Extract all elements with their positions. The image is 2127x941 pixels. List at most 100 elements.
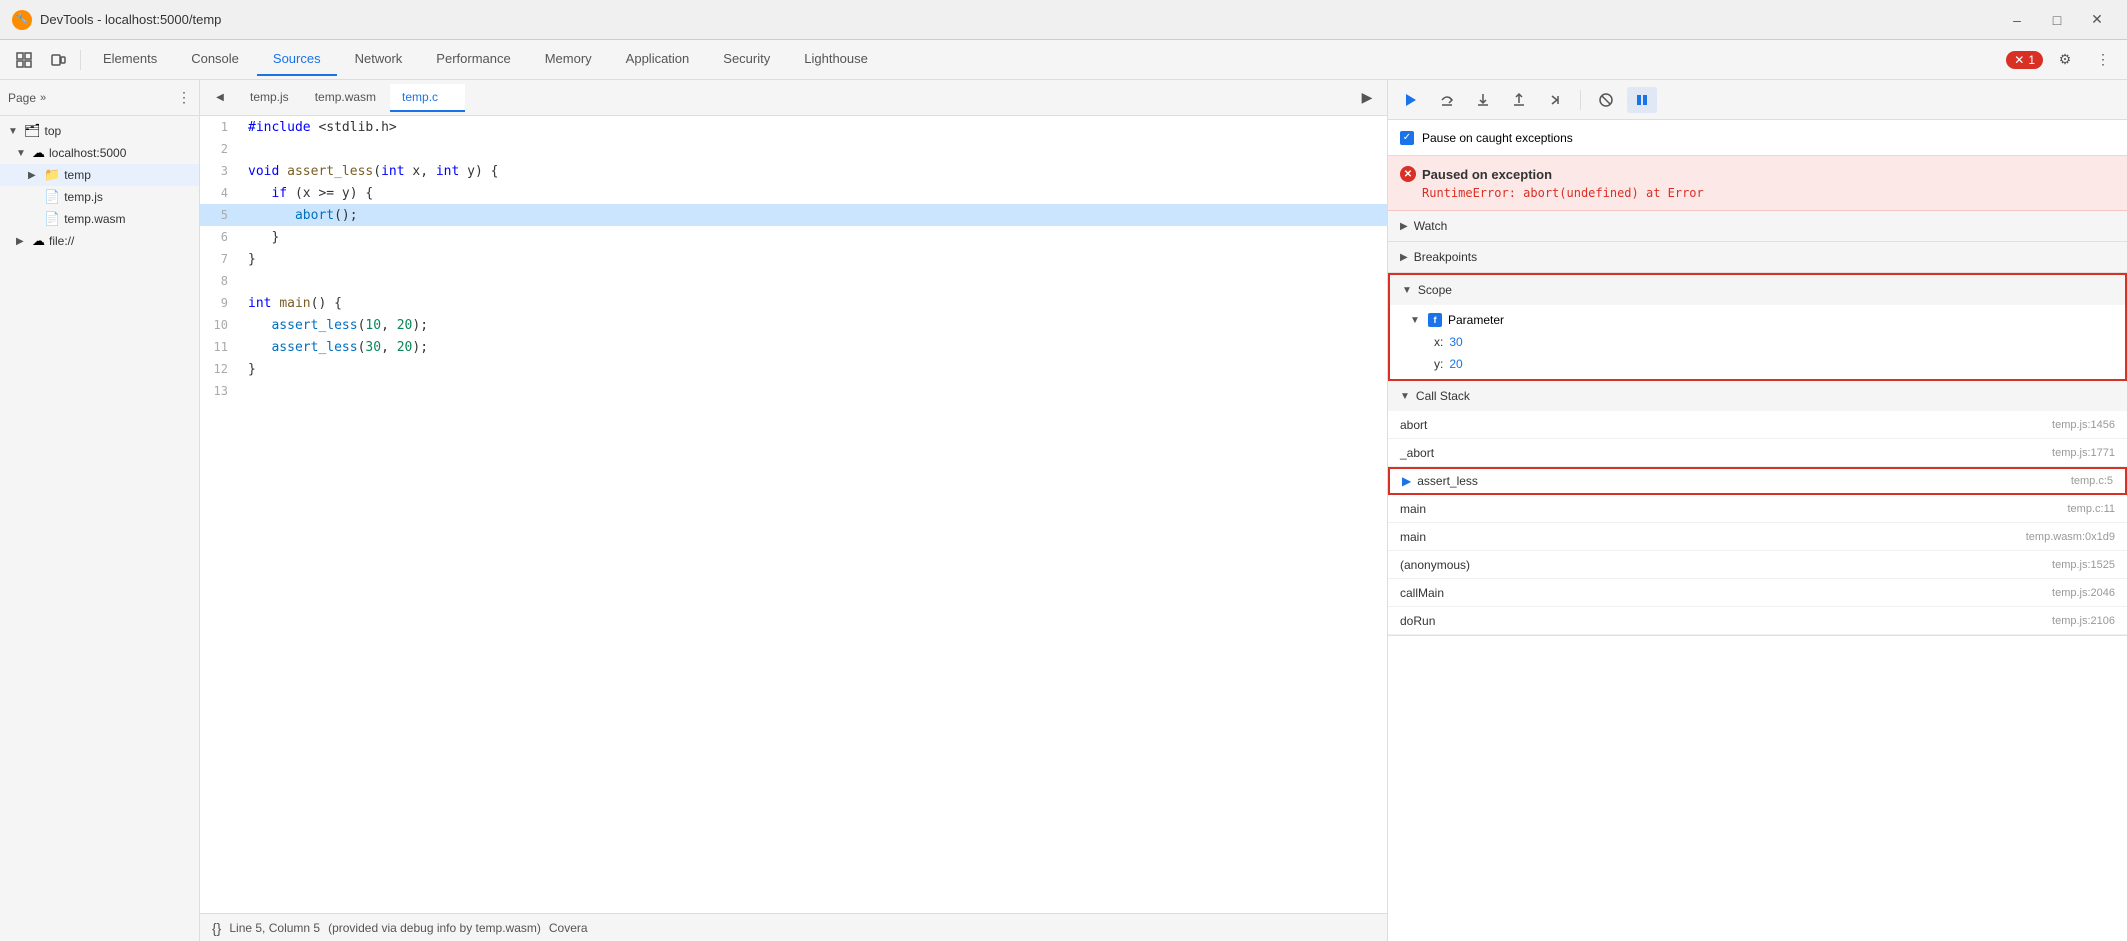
code-line-9: 9 int main() { — [200, 292, 1387, 314]
line-num-10: 10 — [200, 318, 240, 332]
code-line-7: 7 } — [200, 248, 1387, 270]
page-label: Page — [8, 91, 36, 105]
tree-item-top[interactable]: ▼ 🗂 top — [0, 120, 199, 142]
tab-elements[interactable]: Elements — [87, 43, 173, 76]
callstack-item-callmain[interactable]: callMain temp.js:2046 — [1388, 579, 2127, 607]
code-line-10: 10 assert_less(10, 20); — [200, 314, 1387, 336]
additional-info: (provided via debug info by temp.wasm) — [328, 921, 541, 935]
scope-param-arrow: ▼ — [1410, 315, 1422, 326]
exception-title: ✕ Paused on exception — [1400, 166, 2115, 182]
callstack-item-abort2[interactable]: _abort temp.js:1771 — [1388, 439, 2127, 467]
pause-button[interactable] — [1627, 87, 1657, 113]
code-line-2: 2 — [200, 138, 1387, 160]
tab-lighthouse[interactable]: Lighthouse — [788, 43, 884, 76]
more-options-button[interactable]: ⋮ — [2087, 46, 2119, 74]
file-icon-tempwasm: 📄 — [44, 211, 60, 227]
scope-parameter-item[interactable]: ▼ f Parameter — [1402, 309, 2113, 331]
tab-memory[interactable]: Memory — [529, 43, 608, 76]
line-num-3: 3 — [200, 164, 240, 178]
line-num-12: 12 — [200, 362, 240, 376]
scope-section-header[interactable]: ▼ Scope — [1390, 275, 2125, 305]
code-content-1: #include <stdlib.h> — [240, 120, 1387, 135]
code-content-3: void assert_less(int x, int y) { — [240, 164, 1387, 179]
code-line-3: 3 void assert_less(int x, int y) { — [200, 160, 1387, 182]
inspect-icon-button[interactable] — [8, 46, 40, 74]
code-editor[interactable]: 1 #include <stdlib.h> 2 3 void assert_le… — [200, 116, 1387, 913]
step-out-button[interactable] — [1504, 87, 1534, 113]
callstack-arrow-icon: ▼ — [1400, 391, 1410, 402]
callstack-item-dorun[interactable]: doRun temp.js:2106 — [1388, 607, 2127, 635]
code-content-9: int main() { — [240, 296, 1387, 311]
watch-section: ▶ Watch — [1388, 211, 2127, 242]
step-into-button[interactable] — [1468, 87, 1498, 113]
cloud-icon-file: ☁ — [32, 233, 45, 249]
resume-button[interactable] — [1396, 87, 1426, 113]
editor-tab-tempwasm[interactable]: temp.wasm — [303, 84, 388, 112]
tree-item-temp[interactable]: ▶ 📁 temp — [0, 164, 199, 186]
tab-performance[interactable]: Performance — [420, 43, 526, 76]
scope-arrow-icon: ▼ — [1402, 285, 1412, 296]
cloud-icon-localhost: ☁ — [32, 145, 45, 161]
scope-content: ▼ f Parameter x: 30 y: 20 — [1390, 305, 2125, 379]
tree-item-tempjs[interactable]: 📄 temp.js — [0, 186, 199, 208]
step-button[interactable] — [1540, 87, 1570, 113]
left-panel-header: Page » ⋮ — [0, 80, 199, 116]
more-icon[interactable]: ⋮ — [177, 89, 191, 106]
deactivate-breakpoints-button[interactable] — [1591, 87, 1621, 113]
code-line-13: 13 — [200, 380, 1387, 402]
code-content-10: assert_less(10, 20); — [240, 318, 1387, 333]
breakpoints-section-header[interactable]: ▶ Breakpoints — [1388, 242, 2127, 272]
tree-item-fileprotocol[interactable]: ▶ ☁ file:// — [0, 230, 199, 252]
tab-application[interactable]: Application — [610, 43, 706, 76]
callstack-loc-dorun: temp.js:2106 — [2052, 615, 2115, 627]
step-over-button[interactable] — [1432, 87, 1462, 113]
tree-arrow-file: ▶ — [16, 236, 28, 247]
close-button[interactable]: ✕ — [2079, 6, 2115, 34]
device-toolbar-button[interactable] — [42, 46, 74, 74]
callstack-name-abort2: _abort — [1400, 446, 2052, 460]
scope-y-key: y: — [1434, 357, 1443, 371]
watch-section-header[interactable]: ▶ Watch — [1388, 211, 2127, 241]
callstack-item-assertless[interactable]: ▶ assert_less temp.c:5 — [1388, 467, 2127, 495]
pause-exceptions-checkbox[interactable] — [1400, 131, 1414, 145]
callstack-loc-main2: temp.wasm:0x1d9 — [2026, 531, 2115, 543]
debug-toolbar — [1388, 80, 2127, 120]
callstack-loc-anonymous: temp.js:1525 — [2052, 559, 2115, 571]
debug-toolbar-separator — [1580, 90, 1581, 110]
callstack-name-callmain: callMain — [1400, 586, 2052, 600]
curly-brace-icon: {} — [212, 920, 221, 936]
settings-button[interactable]: ⚙ — [2049, 46, 2081, 74]
editor-tab-tempc[interactable]: temp.c ✕ — [390, 84, 465, 112]
callstack-name-dorun: doRun — [1400, 614, 2052, 628]
maximize-button[interactable]: □ — [2039, 6, 2075, 34]
tab-console[interactable]: Console — [175, 43, 255, 76]
line-num-13: 13 — [200, 384, 240, 398]
callstack-name-anonymous: (anonymous) — [1400, 558, 2052, 572]
callstack-item-abort[interactable]: abort temp.js:1456 — [1388, 411, 2127, 439]
scope-param-label: Parameter — [1448, 313, 1504, 327]
pause-exceptions: Pause on caught exceptions — [1388, 120, 2127, 156]
callstack-item-main1[interactable]: main temp.c:11 — [1388, 495, 2127, 523]
callstack-item-anonymous[interactable]: (anonymous) temp.js:1525 — [1388, 551, 2127, 579]
error-badge[interactable]: ✕ 1 — [2006, 51, 2043, 69]
tab-network[interactable]: Network — [339, 43, 419, 76]
tree-label-file: file:// — [49, 234, 74, 248]
tab-sources[interactable]: Sources — [257, 43, 337, 76]
tree-item-localhost[interactable]: ▼ ☁ localhost:5000 — [0, 142, 199, 164]
scope-x-item: x: 30 — [1402, 331, 2113, 353]
tree-item-tempwasm[interactable]: 📄 temp.wasm — [0, 208, 199, 230]
callstack-section-header[interactable]: ▼ Call Stack — [1388, 381, 2127, 411]
left-panel: Page » ⋮ ▼ 🗂 top ▼ ☁ localhost:5000 ▶ 📁 … — [0, 80, 200, 941]
tab-security[interactable]: Security — [707, 43, 786, 76]
minimize-button[interactable]: – — [1999, 6, 2035, 34]
center-panel: ◀ temp.js temp.wasm temp.c ✕ ▶ 1 #includ… — [200, 80, 1387, 941]
callstack-item-main2[interactable]: main temp.wasm:0x1d9 — [1388, 523, 2127, 551]
code-content-12: } — [240, 362, 1387, 377]
editor-tab-actions: ▶ — [1351, 84, 1383, 112]
editor-tab-tempjs[interactable]: temp.js — [238, 84, 301, 112]
pause-exceptions-label: Pause on caught exceptions — [1422, 131, 1573, 145]
scope-section: ▼ Scope ▼ f Parameter x: 30 y: 20 — [1388, 273, 2127, 381]
tab-more-button[interactable]: ▶ — [1351, 84, 1383, 112]
callstack-loc-abort2: temp.js:1771 — [2052, 447, 2115, 459]
editor-nav-back[interactable]: ◀ — [204, 84, 236, 112]
